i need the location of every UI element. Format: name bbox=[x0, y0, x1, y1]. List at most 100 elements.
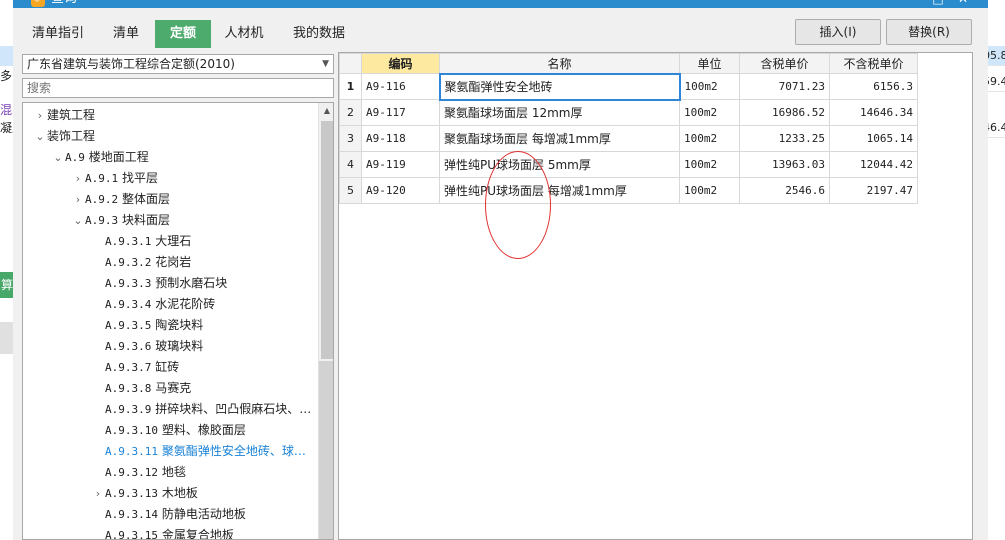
column-header-code[interactable]: 编码 bbox=[361, 53, 440, 74]
row-number[interactable]: 2 bbox=[339, 99, 362, 126]
tree-item[interactable]: › A.9.3.13 木地板 bbox=[91, 483, 198, 504]
chevron-right-icon[interactable]: › bbox=[33, 105, 47, 126]
tree-item[interactable]: A.9.3.12 地毯 bbox=[91, 462, 186, 483]
cell-unit[interactable]: 100m2 bbox=[679, 151, 740, 178]
tab-bill[interactable]: 清单 bbox=[99, 20, 153, 48]
cell-name[interactable]: 弹性纯PU球场面层 5mm厚 bbox=[439, 151, 680, 178]
tree-item-code: A.9.3.9 bbox=[105, 403, 152, 416]
tab-quota[interactable]: 定额 bbox=[155, 20, 211, 48]
tree-item[interactable]: › A.9.1 找平层 bbox=[71, 168, 158, 189]
close-icon[interactable]: ✕ bbox=[956, 0, 970, 6]
cell-unit[interactable]: 100m2 bbox=[679, 177, 740, 204]
tab-bill-guide[interactable]: 清单指引 bbox=[23, 20, 93, 48]
chevron-down-icon[interactable]: ⌄ bbox=[71, 210, 85, 231]
table-row[interactable]: 2 A9-117 聚氨酯球场面层 12mm厚 100m2 16986.52 14646.3… bbox=[339, 99, 918, 126]
cell-code[interactable]: A9-120 bbox=[361, 177, 440, 204]
cell-price-tax[interactable]: 1233.25 bbox=[739, 125, 830, 152]
cell-code[interactable]: A9-117 bbox=[361, 99, 440, 126]
tree-item[interactable]: A.9.3.10 塑料、橡胶面层 bbox=[91, 420, 246, 441]
row-number[interactable]: 3 bbox=[339, 125, 362, 152]
cell-price-tax[interactable]: 13963.03 bbox=[739, 151, 830, 178]
cell-unit[interactable]: 100m2 bbox=[679, 125, 740, 152]
scroll-up-icon[interactable]: ▲ bbox=[319, 103, 333, 119]
table-row[interactable]: 1 A9-116 聚氨酯弹性安全地砖 100m2 7071.23 6156.3 bbox=[339, 72, 918, 101]
cell-price-notax[interactable]: 2197.47 bbox=[829, 177, 918, 204]
cell-code[interactable]: A9-116 bbox=[361, 73, 440, 100]
cell-price-tax[interactable]: 16986.52 bbox=[739, 99, 830, 126]
tree-item[interactable]: A.9.3.8 马赛克 bbox=[91, 378, 191, 399]
tab-bar: 清单指引 清单 定额 人材机 我的数据 插入(I) 替换(R) bbox=[13, 8, 988, 48]
scrollbar-track[interactable] bbox=[319, 361, 333, 539]
cell-name[interactable]: 聚氨酯球场面层 12mm厚 bbox=[439, 99, 680, 126]
tree-item[interactable]: ⌄ A.9 楼地面工程 bbox=[51, 147, 148, 168]
tree-item-code: A.9.3.13 bbox=[105, 487, 158, 500]
cell-name[interactable]: 聚氨酯弹性安全地砖 bbox=[438, 72, 681, 101]
tree-item-code: A.9.3.3 bbox=[105, 277, 152, 290]
cell-price-tax[interactable]: 7071.23 bbox=[739, 73, 830, 100]
chevron-right-icon[interactable]: › bbox=[71, 189, 85, 210]
chevron-down-icon[interactable]: ⌄ bbox=[33, 126, 47, 147]
query-dialog: ⟳ 查询 □ ✕ 清单指引 清单 定额 人材机 我的数据 插入(I) 替换(R)… bbox=[13, 0, 988, 540]
cell-unit[interactable]: 100m2 bbox=[679, 73, 740, 100]
table-row[interactable]: 3 A9-118 聚氨酯球场面层 每增减1mm厚 100m2 1233.25 1065.1… bbox=[339, 125, 918, 152]
cell-code[interactable]: A9-119 bbox=[361, 151, 440, 178]
dropdown-arrow-icon: ▼ bbox=[322, 59, 329, 69]
column-header-price-notax[interactable]: 不含税单价 bbox=[829, 53, 918, 74]
tree-item[interactable]: ⌄ 装饰工程 bbox=[33, 126, 95, 147]
app-logo-icon: ⟳ bbox=[31, 0, 45, 7]
replace-button[interactable]: 替换(R) bbox=[886, 19, 972, 45]
tree-item[interactable]: A.9.3.5 陶瓷块料 bbox=[91, 315, 203, 336]
tree-scrollbar[interactable]: ▲ bbox=[318, 103, 333, 539]
tree-item[interactable]: A.9.3.9 拼碎块料、凹凸假麻石块、… bbox=[91, 399, 311, 420]
cell-price-notax[interactable]: 12044.42 bbox=[829, 151, 918, 178]
tree-item-text: 防静电活动地板 bbox=[161, 507, 246, 521]
chevron-right-icon[interactable]: › bbox=[71, 168, 85, 189]
cell-name[interactable]: 弹性纯PU球场面层 每增减1mm厚 bbox=[439, 177, 680, 204]
tab-my-data[interactable]: 我的数据 bbox=[279, 20, 359, 48]
table-row[interactable]: 5 A9-120 弹性纯PU球场面层 每增减1mm厚 100m2 2546.6 2197.… bbox=[339, 177, 918, 204]
cell-name[interactable]: 聚氨酯球场面层 每增减1mm厚 bbox=[439, 125, 680, 152]
cell-price-tax[interactable]: 2546.6 bbox=[739, 177, 830, 204]
tree-item-text: 建筑工程 bbox=[47, 108, 96, 122]
tree-item[interactable]: A.9.3.11 聚氨酯弹性安全地砖、球… bbox=[91, 441, 306, 462]
tab-labor-material[interactable]: 人材机 bbox=[213, 20, 275, 48]
column-header-name[interactable]: 名称 bbox=[439, 53, 680, 74]
cell-price-notax[interactable]: 14646.34 bbox=[829, 99, 918, 126]
scrollbar-thumb[interactable] bbox=[321, 121, 333, 359]
table-row[interactable]: 4 A9-119 弹性纯PU球场面层 5mm厚 100m2 13963.03 12044.… bbox=[339, 151, 918, 178]
tree-item[interactable]: A.9.3.4 水泥花阶砖 bbox=[91, 294, 215, 315]
cell-code[interactable]: A9-118 bbox=[361, 125, 440, 152]
cell-price-notax[interactable]: 6156.3 bbox=[829, 73, 918, 100]
tree-item-code: A.9.3.11 bbox=[105, 445, 158, 458]
tree-item[interactable]: A.9.3.14 防静电活动地板 bbox=[91, 504, 246, 525]
quota-library-select[interactable]: 广东省建筑与装饰工程综合定额(2010) ▼ bbox=[22, 54, 334, 74]
tree-item[interactable]: A.9.3.2 花岗岩 bbox=[91, 252, 191, 273]
row-number[interactable]: 4 bbox=[339, 151, 362, 178]
row-number[interactable]: 1 bbox=[339, 73, 362, 100]
tree-item[interactable]: A.9.3.7 缸砖 bbox=[91, 357, 179, 378]
maximize-icon[interactable]: □ bbox=[931, 0, 945, 6]
tree-item[interactable]: A.9.3.15 金属复合地板 bbox=[91, 525, 234, 540]
cell-unit[interactable]: 100m2 bbox=[679, 99, 740, 126]
column-header-price-tax[interactable]: 含税单价 bbox=[739, 53, 830, 74]
tree-item-text: 水泥花阶砖 bbox=[155, 297, 216, 311]
insert-button[interactable]: 插入(I) bbox=[795, 19, 881, 45]
tree-item-code: A.9.3.15 bbox=[105, 529, 158, 540]
chevron-right-icon[interactable]: › bbox=[91, 483, 105, 504]
tree-item[interactable]: A.9.3.6 玻璃块料 bbox=[91, 336, 203, 357]
tree-item[interactable]: ⌄ A.9.3 块料面层 bbox=[71, 210, 170, 231]
cell-price-notax[interactable]: 1065.14 bbox=[829, 125, 918, 152]
tree-item-text: 金属复合地板 bbox=[161, 528, 234, 540]
tree-item-label: A.9.3.2 花岗岩 bbox=[105, 255, 191, 269]
row-number[interactable]: 5 bbox=[339, 177, 362, 204]
search-input[interactable] bbox=[22, 78, 334, 98]
chevron-down-icon[interactable]: ⌄ bbox=[51, 147, 65, 168]
column-header-unit[interactable]: 单位 bbox=[679, 53, 740, 74]
tree-item[interactable]: A.9.3.3 预制水磨石块 bbox=[91, 273, 227, 294]
tree-item-text: 拼碎块料、凹凸假麻石块、… bbox=[155, 402, 312, 416]
tree-item-label: A.9.3.3 预制水磨石块 bbox=[105, 276, 227, 290]
tree-item[interactable]: › A.9.2 整体面层 bbox=[71, 189, 170, 210]
grid-header-row: 编码 名称 单位 含税单价 不含税单价 bbox=[339, 53, 918, 74]
tree-item[interactable]: › 建筑工程 bbox=[33, 105, 95, 126]
tree-item[interactable]: A.9.3.1 大理石 bbox=[91, 231, 191, 252]
